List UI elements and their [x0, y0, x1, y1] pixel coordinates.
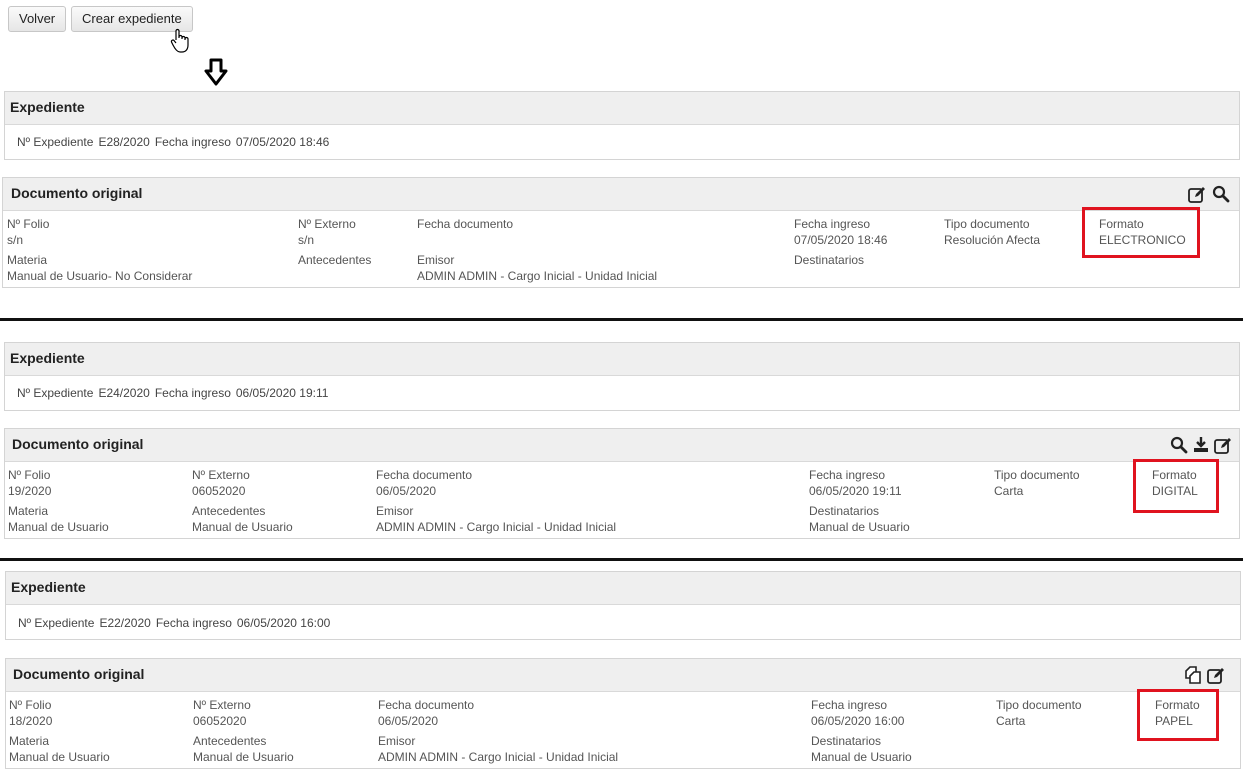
folio-field: Nº Folio 18/2020 — [9, 698, 53, 728]
hand-cursor-icon — [170, 28, 189, 53]
formato-highlight — [1133, 459, 1219, 513]
folio-field: Nº Folio s/n — [7, 217, 50, 247]
destinatarios-field: Destinatarios Manual de Usuario — [811, 734, 912, 764]
expediente-panel-2: Expediente Nº Expediente E24/2020 Fecha in… — [4, 342, 1240, 411]
edit-icon[interactable] — [1213, 435, 1233, 455]
edit-icon[interactable] — [1206, 665, 1226, 685]
documento-header: Documento original — [5, 429, 1239, 462]
expediente-date: 07/05/2020 18:46 — [235, 135, 330, 149]
fecha-documento-field: Fecha documento — [417, 217, 514, 231]
externo-field: Nº Externo 06052020 — [193, 698, 251, 728]
search-icon[interactable] — [1211, 184, 1231, 204]
documento-panel-1: Documento original Nº Folio s/n Nº Extern… — [2, 177, 1240, 288]
tipo-documento-field: Tipo documento Carta — [996, 698, 1082, 728]
antecedentes-field: Antecedentes Manual de Usuario — [193, 734, 294, 764]
documento-actions — [1187, 184, 1231, 204]
antecedentes-field: Antecedentes — [298, 253, 372, 267]
fecha-ingreso-field: Fecha ingreso 06/05/2020 19:11 — [809, 468, 902, 498]
expediente-number: E24/2020 — [98, 386, 150, 400]
materia-field: Materia Manual de Usuario- No Considerar — [7, 253, 193, 283]
expediente-header: Expediente — [6, 572, 1240, 605]
fecha-documento-field: Fecha documento 06/05/2020 — [376, 468, 473, 498]
search-icon[interactable] — [1169, 435, 1189, 455]
down-arrow-icon — [204, 58, 228, 86]
edit-icon[interactable] — [1187, 184, 1207, 204]
fecha-ingreso-field: Fecha ingreso 06/05/2020 16:00 — [811, 698, 905, 728]
expediente-header: Expediente — [5, 92, 1239, 125]
separator-line — [0, 558, 1243, 561]
formato-highlight — [1137, 689, 1219, 741]
externo-field: Nº Externo s/n — [298, 217, 356, 247]
separator-line — [0, 318, 1243, 321]
expediente-header: Expediente — [5, 343, 1239, 376]
expediente-number: E22/2020 — [99, 616, 151, 630]
antecedentes-field: Antecedentes Manual de Usuario — [192, 504, 293, 534]
folio-field: Nº Folio 19/2020 — [8, 468, 52, 498]
destinatarios-field: Destinatarios Manual de Usuario — [809, 504, 910, 534]
expediente-panel-1: Expediente Nº Expediente E28/2020 Fecha in… — [4, 91, 1240, 160]
documento-header: Documento original — [6, 659, 1240, 692]
destinatarios-field: Destinatarios — [794, 253, 865, 267]
documento-panel-2: Documento original Nº Folio 19/2020 Nº Ex… — [4, 428, 1240, 539]
documento-actions — [1183, 665, 1226, 685]
emisor-field: Emisor ADMIN ADMIN - Cargo Inicial - Unid… — [417, 253, 658, 283]
materia-field: Materia Manual de Usuario — [9, 734, 110, 764]
emisor-field: Emisor ADMIN ADMIN - Cargo Inicial - Unid… — [378, 734, 619, 764]
expediente-info: Nº Expediente E28/2020 Fecha ingreso 07/05/… — [17, 135, 330, 149]
expediente-date: 06/05/2020 19:11 — [235, 386, 329, 400]
emisor-field: Emisor ADMIN ADMIN - Cargo Inicial - Unid… — [376, 504, 617, 534]
externo-field: Nº Externo 06052020 — [192, 468, 250, 498]
expediente-panel-3: Expediente Nº Expediente E22/2020 Fecha in… — [5, 571, 1241, 640]
back-button[interactable]: Volver — [8, 6, 67, 32]
download-icon[interactable] — [1191, 435, 1211, 455]
documento-panel-3: Documento original Nº Folio 18/2020 Nº Ex… — [5, 658, 1241, 769]
tipo-documento-field: Tipo documento Resolución Afecta — [944, 217, 1041, 247]
expediente-number: E28/2020 — [98, 135, 150, 149]
fecha-documento-field: Fecha documento 06/05/2020 — [378, 698, 475, 728]
documento-actions — [1169, 435, 1233, 455]
expediente-info: Nº Expediente E24/2020 Fecha ingreso 06/05/… — [17, 386, 329, 400]
fecha-ingreso-field: Fecha ingreso 07/05/2020 18:46 — [794, 217, 888, 247]
copy-icon[interactable] — [1183, 665, 1203, 685]
expediente-date: 06/05/2020 16:00 — [236, 616, 331, 630]
expediente-info: Nº Expediente E22/2020 Fecha ingreso 06/05/… — [18, 616, 331, 630]
formato-highlight — [1082, 207, 1200, 258]
tipo-documento-field: Tipo documento Carta — [994, 468, 1080, 498]
documento-header: Documento original — [3, 178, 1239, 211]
materia-field: Materia Manual de Usuario — [8, 504, 109, 534]
